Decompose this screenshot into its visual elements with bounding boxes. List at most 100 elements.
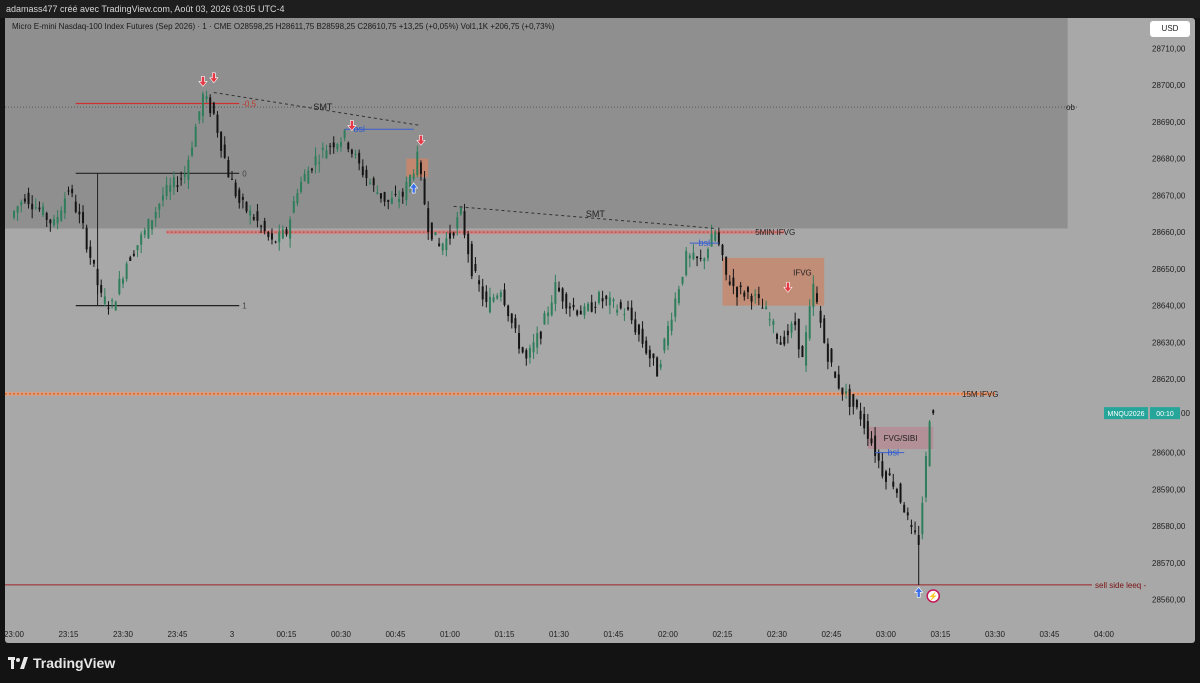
candle-body	[245, 201, 248, 212]
candle-body	[630, 307, 633, 321]
candle-body	[888, 473, 891, 476]
candle-body	[427, 208, 430, 232]
candle-body	[670, 319, 673, 331]
x-tick-10: 01:30	[549, 630, 570, 639]
candle-body	[307, 170, 310, 184]
candle-body	[765, 306, 768, 309]
candle-body	[343, 130, 346, 138]
candle-body	[390, 197, 393, 204]
currency-button[interactable]: USD	[1150, 21, 1190, 37]
candle-body	[347, 142, 350, 150]
y-tick-13: 28700,00	[1152, 81, 1186, 90]
candle-body	[100, 284, 103, 293]
x-tick-5: 00:15	[276, 630, 297, 639]
candle-body	[576, 310, 579, 315]
candle-body	[899, 483, 902, 503]
candle-body	[205, 96, 208, 100]
candle-body	[20, 202, 23, 206]
candle-body	[332, 142, 335, 148]
candle-body	[456, 217, 459, 229]
symbol-legend: Micro E-mini Nasdaq-100 Index Futures (S…	[12, 22, 555, 31]
candle-body	[474, 264, 477, 271]
candle-body	[739, 285, 742, 288]
candle-body	[209, 97, 212, 114]
candle-body	[608, 297, 611, 306]
candle-body	[728, 281, 731, 285]
candle-body	[616, 309, 619, 313]
candle-body	[172, 177, 175, 188]
tradingview-logo[interactable]: TradingView	[8, 655, 115, 671]
candle-body	[870, 438, 873, 444]
candle-body	[696, 256, 699, 259]
candle-body	[16, 206, 19, 213]
candle-body	[619, 302, 622, 309]
price-chart[interactable]: IFVG FVG/SIBI ob 5MIN IFVG 15M IFVG sell side…	[0, 0, 1200, 643]
candle-body	[808, 306, 811, 339]
candle-body	[510, 313, 513, 323]
footer	[0, 643, 1200, 683]
candle-body	[151, 220, 154, 230]
x-tick-6: 00:30	[331, 630, 352, 639]
candle-body	[667, 325, 669, 346]
candle-body	[736, 287, 739, 298]
candle-body	[579, 310, 582, 315]
candle-body	[300, 181, 303, 192]
level-label-1: 5MIN IFVG	[755, 228, 795, 237]
candle-body	[710, 233, 713, 247]
candle-body	[496, 295, 499, 299]
candle-body	[387, 199, 390, 202]
candle-body	[67, 190, 70, 192]
candle-body	[376, 192, 379, 194]
zone-label-0: IFVG	[793, 269, 812, 278]
candle-body	[56, 217, 59, 224]
candle-body	[750, 295, 753, 302]
candle-body	[314, 156, 317, 166]
candle-body	[180, 178, 183, 180]
y-tick-9: 28660,00	[1152, 228, 1186, 237]
candle-body	[855, 400, 858, 408]
candle-body	[688, 255, 691, 259]
candle-body	[852, 394, 855, 407]
candle-body	[365, 169, 368, 179]
candle-body	[111, 300, 114, 302]
candle-body	[260, 225, 263, 227]
candle-body	[372, 178, 375, 186]
level-label-0: ob	[1066, 103, 1075, 112]
candle-body	[107, 307, 110, 309]
candle-body	[416, 151, 419, 176]
candle-body	[13, 211, 15, 218]
candle-body	[350, 149, 353, 154]
candle-body	[597, 292, 600, 303]
candle-body	[270, 233, 273, 240]
candle-body	[877, 452, 880, 461]
annotation-0: SMT	[313, 102, 333, 112]
candle-body	[910, 525, 913, 528]
candle-body	[136, 245, 139, 251]
upper-range-box	[5, 18, 1068, 229]
level-label-3: sell side leeq -	[1095, 581, 1146, 590]
candle-body	[212, 102, 215, 114]
candle-body	[568, 306, 571, 309]
tradingview-logo-icon	[8, 657, 28, 669]
candle-body	[674, 298, 677, 317]
candle-body	[321, 147, 324, 150]
candle-body	[140, 234, 143, 245]
candle-body	[499, 292, 502, 298]
candle-body	[354, 153, 357, 155]
tradingview-brand: TradingView	[33, 655, 116, 671]
candle-body	[27, 192, 30, 205]
candle-body	[848, 388, 851, 407]
candle-body	[42, 206, 45, 215]
candle-body	[677, 289, 680, 304]
candle-body	[183, 174, 186, 177]
annotation-4: bsl	[888, 448, 900, 458]
candle-body	[394, 194, 397, 196]
candle-body	[866, 421, 869, 439]
candle-body	[590, 302, 593, 312]
candle-body	[92, 259, 95, 264]
candle-body	[561, 288, 564, 302]
x-tick-14: 02:30	[767, 630, 788, 639]
candle-body	[398, 198, 401, 202]
candle-body	[594, 306, 597, 308]
x-tick-11: 01:45	[603, 630, 624, 639]
